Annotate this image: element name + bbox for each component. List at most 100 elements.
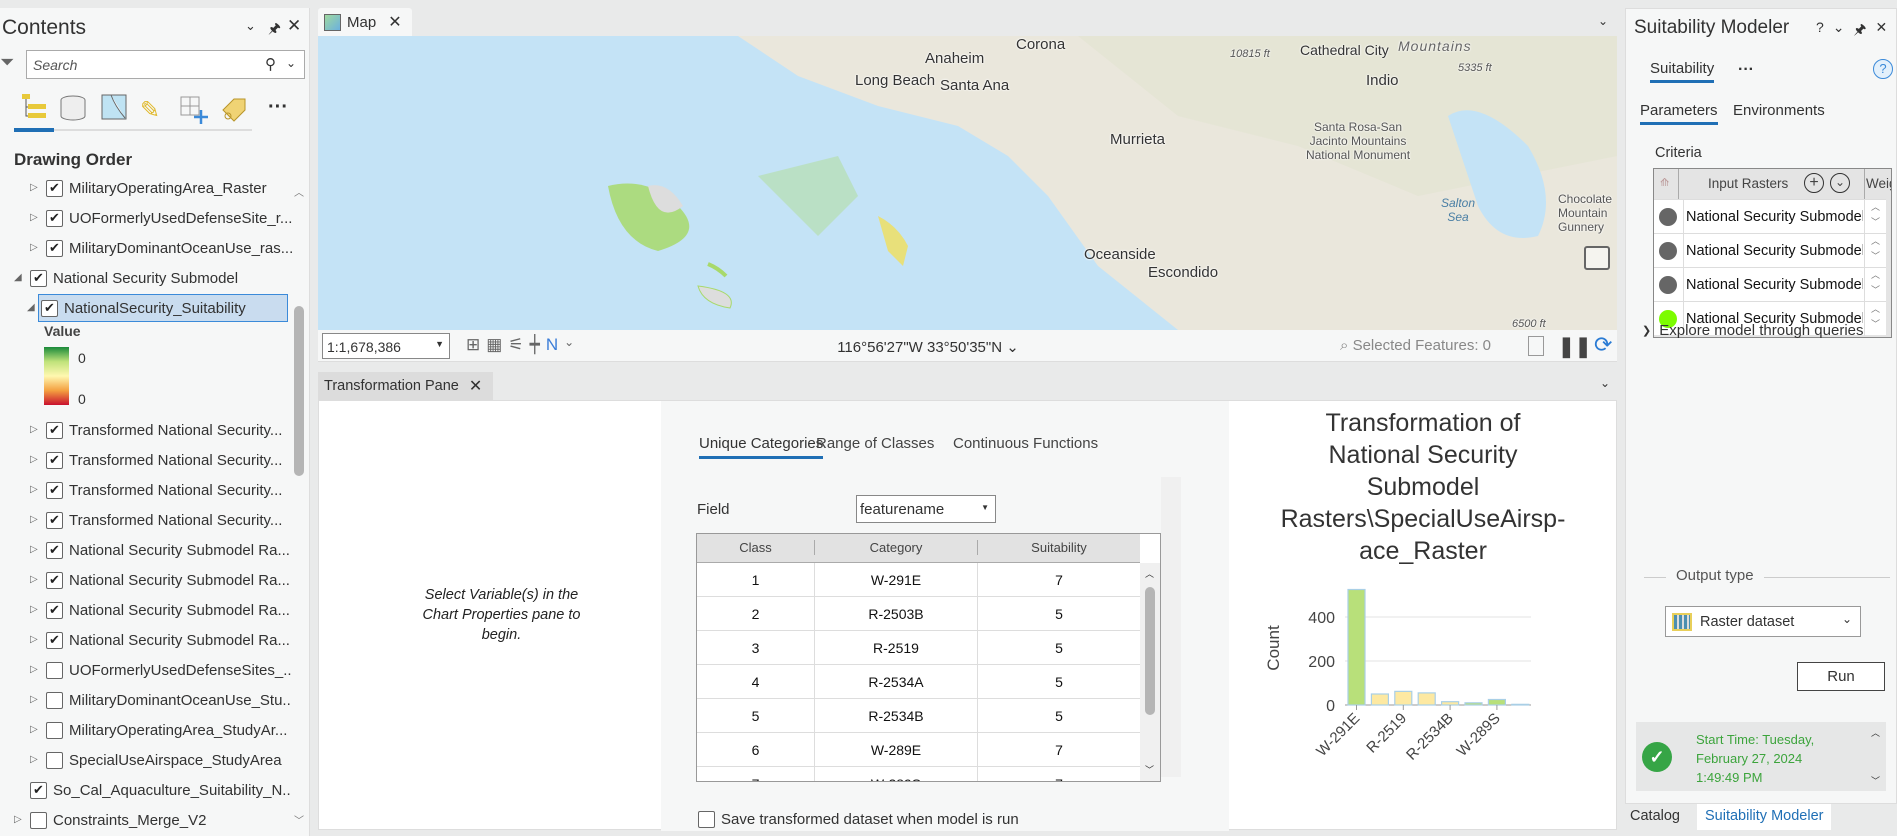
layer-visibility-checkbox[interactable]: ✔: [30, 269, 47, 287]
layer-visibility-checkbox[interactable]: ✔: [46, 451, 63, 469]
filter-icon[interactable]: ⏷: [0, 52, 14, 73]
north-arrow-icon[interactable]: N: [546, 335, 558, 355]
help-icon[interactable]: ?: [1816, 19, 1824, 43]
map-view[interactable]: Anaheim Corona Long Beach Santa Ana Cath…: [318, 36, 1617, 330]
layer-visibility-checkbox[interactable]: ✔: [46, 631, 63, 649]
table-row[interactable]: 4 R-2534A 5: [697, 665, 1140, 699]
layer-visibility-checkbox[interactable]: ✔: [46, 511, 63, 529]
bar-W-289S[interactable]: [1487, 698, 1506, 706]
layer-visibility-checkbox[interactable]: [46, 661, 63, 679]
cell-suitability[interactable]: 7: [977, 733, 1140, 767]
collapse-arrow-icon[interactable]: ◢: [14, 272, 24, 284]
grid-icon[interactable]: ▦: [486, 335, 502, 355]
close-icon[interactable]: ✕: [469, 376, 482, 396]
table-row[interactable]: 6 W-289E 7: [697, 733, 1140, 767]
weight-stepper[interactable]: ︿ ﹀: [1864, 234, 1886, 268]
cell-suitability[interactable]: 7: [977, 563, 1140, 597]
layer-item[interactable]: ▷ ✔ Transformed National Security...: [30, 446, 282, 474]
layer-visibility-checkbox[interactable]: ✔: [41, 299, 58, 317]
table-row[interactable]: 3 R-2519 5: [697, 631, 1140, 665]
expand-arrow-icon[interactable]: ▷: [30, 212, 40, 224]
checkbox[interactable]: [698, 811, 715, 828]
layer-item[interactable]: ▷ ✔ Transformed National Security...: [30, 506, 282, 534]
explore-queries-expander[interactable]: ❯ Explore model through queries: [1642, 322, 1864, 340]
bar-R-2534A[interactable]: [1417, 692, 1436, 706]
expand-arrow-icon[interactable]: ▷: [30, 424, 40, 436]
layer-item[interactable]: ▷ ✔ Transformed National Security...: [30, 416, 282, 444]
expand-arrow-icon[interactable]: ▷: [30, 604, 40, 616]
table-row[interactable]: 2 R-2503B 5: [697, 597, 1140, 631]
weight-stepper[interactable]: ︿ ﹀: [1864, 302, 1886, 336]
scroll-down-icon[interactable]: ﹀: [1145, 763, 1154, 776]
tab-suitability[interactable]: Suitability: [1650, 60, 1715, 83]
layer-item[interactable]: ▷ ✔ UOFormerlyUsedDefenseSite_r...: [30, 204, 292, 232]
cell-suitability[interactable]: 5: [977, 665, 1140, 699]
scroll-thumb[interactable]: [1145, 587, 1155, 715]
column-header-category[interactable]: Category: [814, 540, 977, 555]
bar-W-289E[interactable]: [1464, 702, 1483, 706]
list-by-labeling-icon[interactable]: [220, 96, 248, 129]
layer-item[interactable]: ▷ ✔ National Security Submodel Ra...: [30, 596, 290, 624]
column-header-suitability[interactable]: Suitability: [977, 540, 1140, 555]
layer-visibility-checkbox[interactable]: [30, 811, 47, 829]
layer-visibility-checkbox[interactable]: ✔: [46, 179, 63, 197]
scroll-thumb[interactable]: [294, 306, 304, 476]
layer-item[interactable]: ◢ ✔ NationalSecurity_Suitability: [27, 294, 288, 322]
table-scrollbar[interactable]: ︿ ﹀: [1140, 563, 1160, 781]
criteria-row[interactable]: National Security Submodel ︿ ﹀: [1654, 199, 1886, 234]
expand-arrow-icon[interactable]: ▷: [30, 694, 40, 706]
expand-arrow-icon[interactable]: ▷: [14, 814, 24, 826]
panel-options-icon[interactable]: ⌄: [1598, 14, 1608, 28]
overview-icon[interactable]: [1584, 246, 1610, 270]
settings-scrollbar[interactable]: [1161, 477, 1181, 777]
layer-visibility-checkbox[interactable]: ✔: [46, 601, 63, 619]
table-row[interactable]: 7W-289S7: [697, 767, 1140, 781]
layer-visibility-checkbox[interactable]: ✔: [46, 571, 63, 589]
chevron-down-icon[interactable]: ⌄: [286, 56, 296, 70]
weight-stepper[interactable]: ︿ ﹀: [1864, 268, 1886, 302]
layer-item[interactable]: ▷ ✔ National Security Submodel Ra...: [30, 536, 290, 564]
close-icon[interactable]: ✕: [287, 16, 301, 36]
table-row[interactable]: 1 W-291E 7: [697, 563, 1140, 597]
scroll-up-icon[interactable]: ︿: [1871, 726, 1880, 739]
coordinate-readout[interactable]: 116°56'27"W 33°50'35"N ⌄: [728, 338, 1128, 356]
expand-arrow-icon[interactable]: ▷: [30, 514, 40, 526]
expand-arrow-icon[interactable]: ▷: [30, 634, 40, 646]
expand-arrow-icon[interactable]: ▷: [30, 664, 40, 676]
pane-options-icon[interactable]: ⌄: [1600, 376, 1610, 390]
layer-item[interactable]: ✔ So_Cal_Aquaculture_Suitability_N...: [14, 776, 292, 804]
layer-visibility-checkbox[interactable]: [46, 721, 63, 739]
grid-add-icon[interactable]: ⊞: [466, 335, 480, 355]
map-tab[interactable]: Map ✕: [318, 8, 412, 36]
pane-menu-icon[interactable]: ⌄: [245, 18, 256, 34]
layer-item[interactable]: ▷ ✔ National Security Submodel Ra...: [30, 566, 290, 594]
bar-unlabeled[interactable]: [1511, 703, 1530, 706]
layer-item[interactable]: ▷ Constraints_Merge_V2: [14, 806, 206, 832]
list-by-snapping-icon[interactable]: [180, 96, 208, 129]
layer-visibility-checkbox[interactable]: [46, 691, 63, 709]
table-icon[interactable]: [1528, 336, 1544, 356]
layer-item[interactable]: ▷ ✔ MilitaryDominantOceanUse_ras...: [30, 234, 292, 262]
tab-unique-categories[interactable]: Unique Categories: [699, 435, 824, 459]
layer-item[interactable]: ▷ ✔ Transformed National Security...: [30, 476, 282, 504]
close-icon[interactable]: ✕: [1875, 19, 1887, 43]
layer-item[interactable]: ◢ ✔ National Security Submodel: [14, 264, 238, 292]
layer-visibility-checkbox[interactable]: ✔: [46, 209, 63, 227]
pause-drawing-icon[interactable]: ❚❚: [1558, 334, 1592, 359]
criteria-row[interactable]: National Security Submodel ︿ ﹀: [1654, 267, 1886, 302]
layer-visibility-checkbox[interactable]: ✔: [46, 481, 63, 499]
sort-icon[interactable]: ⟰: [1660, 176, 1669, 189]
tab-environments[interactable]: Environments: [1733, 102, 1825, 119]
layer-item[interactable]: ▷ MilitaryDominantOceanUse_Stu...: [30, 686, 292, 714]
layer-item[interactable]: ▷ SpecialUseAirspace_StudyArea: [30, 746, 282, 774]
expand-arrow-icon[interactable]: [14, 784, 24, 796]
scroll-down-icon[interactable]: ﹀: [294, 812, 304, 827]
scale-selector[interactable]: 1:1,678,386 ▼: [322, 333, 450, 359]
more-icon[interactable]: ···: [1738, 61, 1754, 79]
guides-icon[interactable]: ┿: [530, 335, 540, 355]
expand-options-icon[interactable]: ⌄: [1830, 173, 1850, 193]
layer-visibility-checkbox[interactable]: ✔: [30, 781, 47, 799]
expand-arrow-icon[interactable]: ▷: [30, 454, 40, 466]
tab-catalog[interactable]: Catalog: [1630, 808, 1680, 824]
bar-R-2519[interactable]: [1394, 690, 1413, 706]
